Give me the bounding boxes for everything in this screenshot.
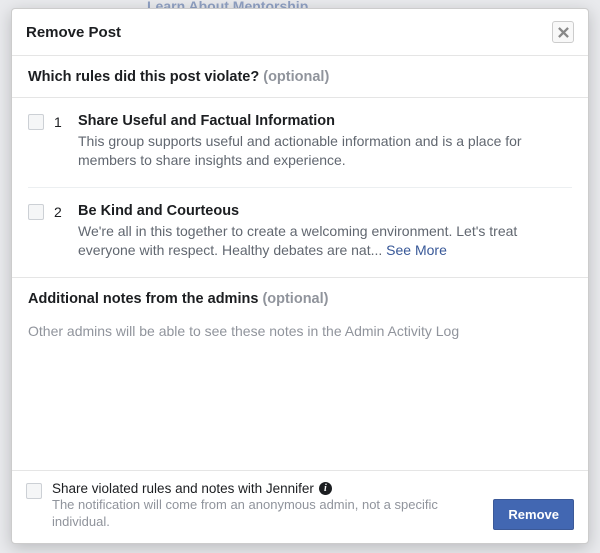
notes-optional-label: (optional) [262, 291, 328, 307]
rule-title: Be Kind and Courteous [78, 203, 572, 219]
remove-button[interactable]: Remove [493, 499, 574, 530]
share-subtext: The notification will come from an anony… [52, 497, 483, 531]
rule-checkbox-1[interactable] [28, 114, 44, 130]
rule-body: Be Kind and Courteous We're all in this … [78, 203, 572, 260]
rule-body: Share Useful and Factual Information Thi… [78, 113, 572, 170]
rule-description: We're all in this together to create a w… [78, 222, 572, 260]
share-block: Share violated rules and notes with Jenn… [26, 481, 483, 531]
close-icon [558, 27, 569, 38]
rule-item-2: 2 Be Kind and Courteous We're all in thi… [28, 187, 572, 277]
close-button[interactable] [552, 21, 574, 43]
dialog-footer: Share violated rules and notes with Jenn… [12, 470, 588, 543]
rule-number: 2 [54, 203, 68, 260]
share-text: Share violated rules and notes with Jenn… [52, 481, 483, 531]
rules-optional-label: (optional) [263, 69, 329, 85]
rule-description: This group supports useful and actionabl… [78, 132, 572, 170]
rule-desc-text: We're all in this together to create a w… [78, 223, 517, 258]
notes-heading: Additional notes from the admins (option… [12, 278, 588, 319]
share-checkbox[interactable] [26, 483, 42, 499]
rules-question: Which rules did this post violate? [28, 69, 259, 85]
share-label-row: Share violated rules and notes with Jenn… [52, 481, 483, 496]
rule-title: Share Useful and Factual Information [78, 113, 572, 129]
rule-checkbox-2[interactable] [28, 204, 44, 220]
info-icon[interactable]: i [319, 482, 332, 495]
rule-number: 1 [54, 113, 68, 170]
dialog-title: Remove Post [26, 24, 121, 41]
rules-heading: Which rules did this post violate? (opti… [12, 56, 588, 97]
see-more-link[interactable]: See More [386, 242, 447, 258]
dialog-body: Which rules did this post violate? (opti… [12, 56, 588, 470]
rule-item-1: 1 Share Useful and Factual Information T… [28, 98, 572, 187]
notes-help-text: Other admins will be able to see these n… [12, 319, 588, 339]
dialog-header: Remove Post [12, 9, 588, 56]
remove-post-dialog: Remove Post Which rules did this post vi… [11, 8, 589, 544]
notes-title: Additional notes from the admins [28, 291, 258, 307]
share-label: Share violated rules and notes with Jenn… [52, 481, 314, 496]
notes-section: Additional notes from the admins (option… [12, 277, 588, 339]
spacer [12, 339, 588, 471]
rules-list: 1 Share Useful and Factual Information T… [12, 98, 588, 277]
